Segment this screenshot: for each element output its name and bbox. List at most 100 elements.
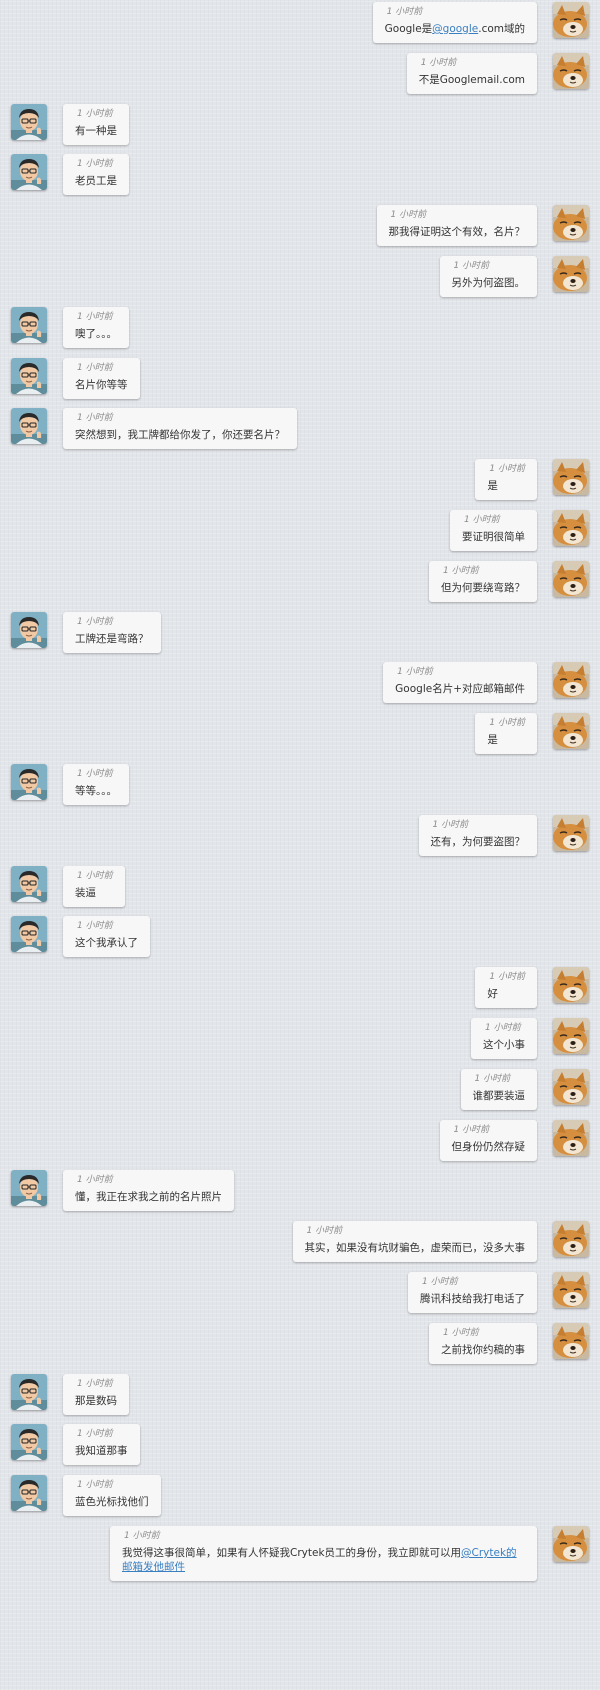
message-row: 1 小时前 懂，我正在求我之前的名片照片 <box>0 1168 600 1222</box>
message-link[interactable]: @google <box>432 23 478 35</box>
message-timestamp: 1 小时前 <box>77 870 113 881</box>
avatar-self[interactable] <box>553 967 589 1004</box>
message-text: 我知道那事 <box>75 1444 128 1458</box>
cartoon-man-icon <box>11 306 47 343</box>
message-timestamp: 1 小时前 <box>306 1226 343 1237</box>
avatar-self[interactable] <box>553 1119 589 1156</box>
message-text: 等等。。。 <box>75 784 117 798</box>
message-text: 不是Googlemail.com <box>419 73 525 87</box>
message-bubble: 1 小时前 我觉得这事很简单，如果有人怀疑我Crytek员工的身份，我立即就可以用… <box>110 1526 537 1581</box>
message-bubble: 1 小时前 但为何要绕弯路？ <box>429 560 537 602</box>
message-bubble: 1 小时前装逼 <box>63 865 125 907</box>
message-text-part: 突然想到，我工牌都给你发了，你还要名片？ <box>75 429 285 442</box>
shiba-dog-icon <box>553 205 589 242</box>
avatar-self[interactable] <box>553 1272 589 1308</box>
shiba-dog-icon <box>553 52 589 89</box>
message-bubble: 1 小时前 另外为何盗图。 <box>439 256 537 297</box>
message-row: 1 小时前 蓝色光标找他们 <box>0 1473 600 1527</box>
avatar-self[interactable] <box>553 662 589 699</box>
message-timestamp: 1 小时前 <box>77 159 113 170</box>
message-text: 谁都要装逼 <box>473 1089 526 1103</box>
avatar-self[interactable] <box>553 1322 589 1359</box>
avatar-self[interactable] <box>553 52 589 89</box>
message-text: 我觉得这事很简单，如果有人怀疑我Crytek员工的身份，我立即就可以用@Cryt… <box>122 1546 525 1574</box>
avatar-self[interactable] <box>553 256 589 292</box>
message-row: 1 小时前 腾讯科技给我打电话了 <box>0 1270 600 1324</box>
avatar-self[interactable] <box>553 205 589 242</box>
shiba-dog-icon <box>553 1272 589 1308</box>
message-bubble: 1 小时前 但身份仍然存疑 <box>439 1119 537 1161</box>
message-text: 之前找你约稿的事 <box>441 1343 525 1357</box>
avatar-other[interactable] <box>11 103 47 140</box>
avatar-self[interactable] <box>553 1068 589 1105</box>
message-text: 但身份仍然存疑 <box>452 1140 526 1154</box>
avatar-other[interactable] <box>11 764 47 800</box>
message-timestamp: 1 小时前 <box>390 210 427 221</box>
message-bubble: 1 小时前 其实，如果没有坑财骗色，虚荣而已，没多大事 <box>292 1221 537 1263</box>
message-text-part: 还有，为何要盗图？ <box>430 835 526 848</box>
avatar-self[interactable] <box>553 1018 589 1054</box>
avatar-other[interactable] <box>11 357 47 394</box>
message-text: 有一种是 <box>75 124 117 138</box>
avatar-self[interactable] <box>553 713 589 750</box>
message-timestamp: 1 小时前 <box>474 1073 511 1084</box>
avatar-self[interactable] <box>553 560 589 597</box>
message-text-part: 这个小事 <box>483 1039 525 1051</box>
message-text: 装逼 <box>75 886 113 900</box>
message-row: 1 小时前 Google名片+对应邮箱邮件 <box>0 660 600 714</box>
message-row: 1 小时前那我得证明这个有效，名片？ <box>0 203 600 257</box>
message-bubble: 1 小时前 工牌还是弯路？ <box>63 611 161 653</box>
message-bubble: 1 小时前 名片你等等 <box>63 357 140 399</box>
message-row: 1 小时前 名片你等等 <box>0 356 600 410</box>
message-bubble: 1 小时前 我知道那事 <box>63 1424 140 1466</box>
avatar-other[interactable] <box>11 1475 47 1512</box>
message-text-part: 懂，我正在求我之前的名片照片 <box>75 1191 222 1204</box>
avatar-other[interactable] <box>11 1424 47 1461</box>
message-text-part: 之前找你约稿的事 <box>441 1343 525 1356</box>
avatar-self[interactable] <box>553 814 589 851</box>
message-timestamp: 1 小时前 <box>489 972 525 983</box>
avatar-other[interactable] <box>11 1373 47 1410</box>
message-text-part: 装逼 <box>75 886 96 899</box>
message-row: 1 小时前 等等。。。 <box>0 762 600 816</box>
message-text: 腾讯科技给我打电话了 <box>420 1292 525 1306</box>
avatar-self[interactable] <box>553 1221 589 1258</box>
shiba-dog-icon <box>553 1119 589 1156</box>
message-text-part: 是 <box>487 480 498 493</box>
message-row: 1 小时前 有一种是 <box>0 102 600 156</box>
avatar-self[interactable] <box>553 510 589 546</box>
message-text-part: .com域的 <box>478 23 525 35</box>
message-text-part: 不是Googlemail.com <box>418 73 525 86</box>
message-timestamp: 1 小时前 <box>420 57 457 68</box>
message-text-part: 好 <box>487 988 498 1001</box>
avatar-other[interactable] <box>11 865 47 902</box>
message-timestamp: 1 小时前 <box>443 1327 479 1338</box>
message-timestamp: 1 小时前 <box>77 311 113 322</box>
avatar-other[interactable] <box>11 1170 47 1207</box>
avatar-other[interactable] <box>11 408 47 445</box>
shiba-dog-icon <box>553 967 589 1004</box>
avatar-other[interactable] <box>11 611 47 648</box>
avatar-other[interactable] <box>11 154 47 191</box>
avatar-other[interactable] <box>11 306 47 343</box>
message-bubble: 1 小时前之前找你约稿的事 <box>429 1322 537 1364</box>
avatar-self[interactable] <box>553 1526 589 1562</box>
avatar-self[interactable] <box>553 459 589 496</box>
cartoon-man-icon <box>11 1424 47 1461</box>
message-timestamp: 1 小时前 <box>77 362 113 373</box>
cartoon-man-icon <box>11 357 47 394</box>
message-timestamp: 1 小时前 <box>464 515 500 525</box>
message-text-part: 腾讯科技给我打电话了 <box>420 1293 525 1305</box>
avatar-self[interactable] <box>553 2 589 38</box>
message-text: Google是@google.com域的 <box>385 22 525 36</box>
cartoon-man-icon <box>11 103 47 140</box>
message-text-part: 这个我承认了 <box>75 937 138 950</box>
message-text: 蓝色光标找他们 <box>75 1495 149 1509</box>
avatar-other[interactable] <box>11 916 47 953</box>
message-row: 1 小时前之前找你约稿的事 <box>0 1321 600 1375</box>
message-row: 1 小时前 我觉得这事很简单，如果有人怀疑我Crytek员工的身份，我立即就可以用… <box>0 1524 600 1581</box>
message-text: 还有，为何要盗图？ <box>431 835 526 849</box>
message-row: 1 小时前好 <box>0 965 600 1019</box>
message-text-part: 要证明很简单 <box>462 531 525 543</box>
message-text-part: 那我得证明这个有效，名片？ <box>388 226 526 239</box>
